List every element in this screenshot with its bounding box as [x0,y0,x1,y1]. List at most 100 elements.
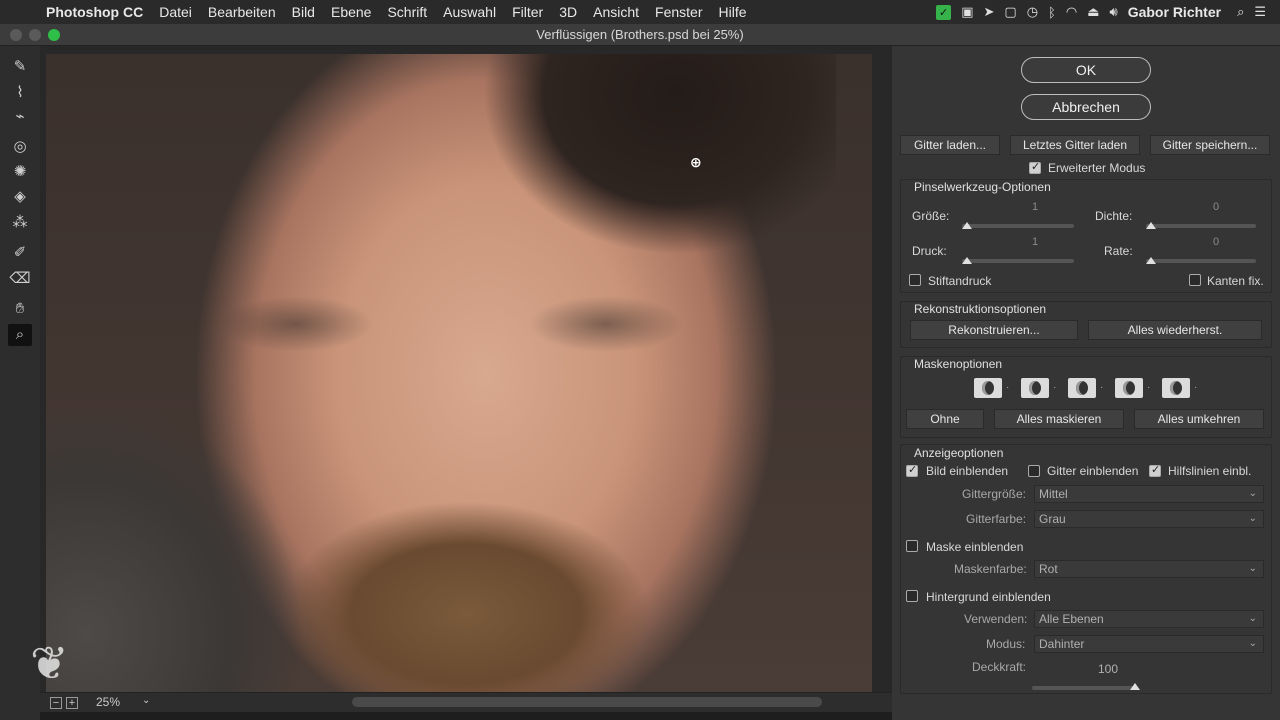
invert-all-button[interactable]: Alles umkehren [1134,409,1264,429]
close-window-button[interactable] [10,29,22,41]
hand-tool-icon[interactable]: ✋︎ [8,298,32,320]
mask-subtract-icon[interactable] [1068,378,1096,398]
stylus-pressure-checkbox[interactable] [909,274,921,286]
rate-value[interactable]: 0 [1213,236,1219,248]
zoom-tool-icon[interactable]: ⌕ [8,324,32,346]
show-backdrop-checkbox[interactable] [906,590,918,602]
status-bar: − + 25% ⌄ [40,692,892,712]
bluetooth-icon[interactable]: ᛒ [1048,5,1056,20]
mask-all-button[interactable]: Alles maskieren [994,409,1124,429]
size-value[interactable]: 1 [1032,201,1038,213]
mesh-color-select[interactable]: Grau ⌄ [1034,510,1264,528]
show-guides-checkbox[interactable] [1149,463,1161,477]
show-mesh-checkbox[interactable] [1028,465,1040,477]
app-menu[interactable]: Photoshop CC [46,4,143,20]
mask-intersect-icon[interactable] [1115,378,1143,398]
advanced-mode-label: Erweiterter Modus [1048,161,1146,175]
push-left-tool-icon[interactable]: ⁂ [8,212,32,234]
opacity-slider[interactable] [1032,686,1136,690]
cancel-button[interactable]: Abbrechen [1021,94,1151,120]
wifi-icon[interactable]: ◠ [1066,4,1077,20]
bloat-tool-icon[interactable]: ◈ [8,186,32,208]
show-guides-label: Hilfslinien einbl. [1168,464,1252,478]
freeze-mask-tool-icon[interactable]: ✐ [8,242,32,264]
menu-bearbeiten[interactable]: Bearbeiten [208,4,276,20]
thaw-mask-tool-icon[interactable]: ⌫ [8,268,32,290]
mask-none-button[interactable]: Ohne [906,409,984,429]
reconstruct-tool-icon[interactable]: ⌇ [8,82,32,104]
user-name[interactable]: Gabor Richter [1128,4,1221,20]
reconstruct-button[interactable]: Rekonstruieren... [910,320,1078,340]
pressure-slider-thumb[interactable] [962,257,972,264]
chevron-down-icon: ⌄ [1248,613,1257,624]
eject-icon[interactable]: ⏏ [1087,4,1099,20]
rate-slider[interactable] [1146,259,1256,263]
menu-datei[interactable]: Datei [159,4,192,20]
menu-3d[interactable]: 3D [559,4,577,20]
forward-warp-tool-icon[interactable]: ✎ [8,56,32,78]
show-backdrop-label: Hintergrund einblenden [926,590,1051,604]
save-mesh-button[interactable]: Gitter speichern... [1150,135,1270,155]
restore-all-button[interactable]: Alles wiederherst. [1088,320,1262,340]
zoom-window-button[interactable] [48,29,60,41]
ok-button[interactable]: OK [1021,57,1151,83]
rate-label: Rate: [1104,244,1133,258]
opacity-value[interactable]: 100 [1098,662,1118,676]
show-image-checkbox[interactable] [906,463,918,477]
zoom-dropdown-icon[interactable]: ⌄ [142,695,150,706]
show-mask-label: Maske einblenden [926,540,1024,554]
minimize-window-button[interactable] [29,29,41,41]
load-mesh-button[interactable]: Gitter laden... [900,135,1000,155]
mask-color-select[interactable]: Rot ⌄ [1034,560,1264,578]
menu-filter[interactable]: Filter [512,4,543,20]
density-value[interactable]: 0 [1213,201,1219,213]
opacity-slider-thumb[interactable] [1130,683,1140,690]
size-slider[interactable] [962,224,1074,228]
zoom-in-button[interactable]: + [66,697,78,709]
time-machine-icon[interactable]: ◷ [1027,4,1038,20]
liquify-canvas[interactable]: ⊕ [40,46,892,696]
advanced-mode-checkbox[interactable] [1029,160,1041,174]
pressure-value[interactable]: 1 [1032,236,1038,248]
show-mask-checkbox[interactable] [906,540,918,552]
chevron-down-icon: ⌄ [1248,638,1257,649]
zoom-out-button[interactable]: − [50,697,62,709]
menu-schrift[interactable]: Schrift [387,4,427,20]
green-app-icon[interactable]: ✓ [935,4,952,20]
use-select[interactable]: Alle Ebenen ⌄ [1034,610,1264,628]
pressure-slider[interactable] [962,259,1074,263]
use-label: Verwenden: [964,612,1028,626]
mesh-size-select[interactable]: Mittel ⌄ [1034,485,1264,503]
menu-auswahl[interactable]: Auswahl [443,4,496,20]
pin-edges-label: Kanten fix. [1207,274,1264,288]
mask-add-icon[interactable] [1021,378,1049,398]
mask-invert-icon[interactable] [1162,378,1190,398]
menu-ebene[interactable]: Ebene [331,4,371,20]
smooth-tool-icon[interactable]: ⌁ [8,106,32,128]
load-last-mesh-button[interactable]: Letztes Gitter laden [1010,135,1140,155]
reconstruct-options-title: Rekonstruktionsoptionen [914,302,1047,316]
menu-bild[interactable]: Bild [292,4,315,20]
menu-fenster[interactable]: Fenster [655,4,702,20]
mesh-color-label: Gitterfarbe: [966,512,1027,526]
zoom-level[interactable]: 25% [96,695,120,709]
mask-replace-icon[interactable] [974,378,1002,398]
menu-ansicht[interactable]: Ansicht [593,4,639,20]
notification-list-icon[interactable]: ☰ [1254,4,1266,20]
opacity-label: Deckkraft: [972,660,1027,674]
mode-select[interactable]: Dahinter ⌄ [1034,635,1264,653]
screen-icon[interactable]: ▣ [961,4,973,20]
rate-slider-thumb[interactable] [1146,257,1156,264]
pucker-tool-icon[interactable]: ✺ [8,161,32,183]
twirl-tool-icon[interactable]: ◎ [8,136,32,158]
arrow-icon[interactable]: ➤ [984,4,995,20]
spotlight-search-icon[interactable]: ⌕ [1237,4,1244,20]
density-slider-thumb[interactable] [1146,222,1156,229]
display-icon[interactable]: ▢ [1004,4,1016,20]
density-slider[interactable] [1146,224,1256,228]
volume-icon[interactable]: 🔊︎ [1110,4,1118,20]
horizontal-scrollbar[interactable] [352,697,822,707]
size-slider-thumb[interactable] [962,222,972,229]
pin-edges-checkbox[interactable] [1189,274,1201,286]
menu-hilfe[interactable]: Hilfe [719,4,747,20]
